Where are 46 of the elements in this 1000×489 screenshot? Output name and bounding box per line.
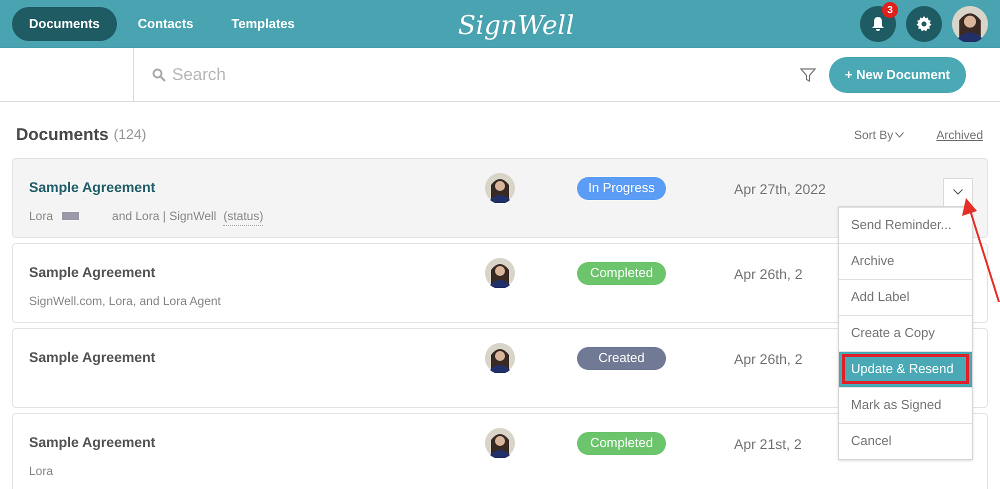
recipients-text: Lora [29,462,54,480]
bell-icon [870,16,886,32]
avatar-icon [485,172,515,202]
menu-item[interactable]: Add Label [839,278,972,314]
documents-count: (124) [114,125,146,144]
avatar-icon [485,428,515,458]
document-date: Apr 26th, 2 [734,264,802,284]
status-badge: In Progress [577,176,666,200]
nav-tab[interactable]: Templates [214,7,312,41]
status-badge: Completed [577,432,666,454]
document-title[interactable]: Sample Agreement [29,262,485,282]
status-link[interactable]: (status) [223,206,264,226]
recipients-text: SignWell.com, Lora, and Lora Agent [29,292,221,310]
menu-item[interactable]: Archive [839,242,972,278]
filter-icon[interactable] [800,66,816,82]
document-title[interactable]: Sample Agreement [29,432,485,452]
document-title[interactable]: Sample Agreement [29,176,485,198]
chevron-icon [953,189,963,195]
search-icon [152,68,166,82]
document-date: Apr 26th, 2 [734,350,802,369]
nav-tab[interactable]: Documents [12,7,117,41]
document-date: Apr 27th, 2022 [734,180,826,199]
recipients-text: Lora [29,208,54,225]
status-badge: Created [577,346,666,370]
archived-link[interactable]: Archived [936,126,983,144]
sort-dropdown[interactable]: Sort By [854,126,904,144]
avatar-icon [485,258,515,288]
document-title[interactable]: Sample Agreement [29,346,485,368]
row-menu-button[interactable] [943,178,973,206]
settings-button[interactable] [906,6,942,42]
notification-badge: 3 [882,2,898,18]
documents-heading: Documents [16,124,109,146]
logo: SignWell [458,10,574,43]
caret-icon [895,132,904,138]
avatar-icon [952,6,988,42]
new-document-button[interactable]: + New Document [828,56,966,92]
search-field[interactable]: Search [172,62,472,88]
avatar-icon [485,342,515,372]
menu-item[interactable]: Mark as Signed [839,386,972,422]
document-date: Apr 21st, 2 [734,434,802,454]
recipients-text: and Lora | SignWell [112,208,216,225]
menu-item[interactable]: Update & Resend [839,350,972,386]
nav-tab[interactable]: Contacts [120,7,210,41]
menu-item[interactable]: Cancel [839,422,972,458]
settings-icon [916,16,932,32]
status-badge: Completed [577,262,666,284]
